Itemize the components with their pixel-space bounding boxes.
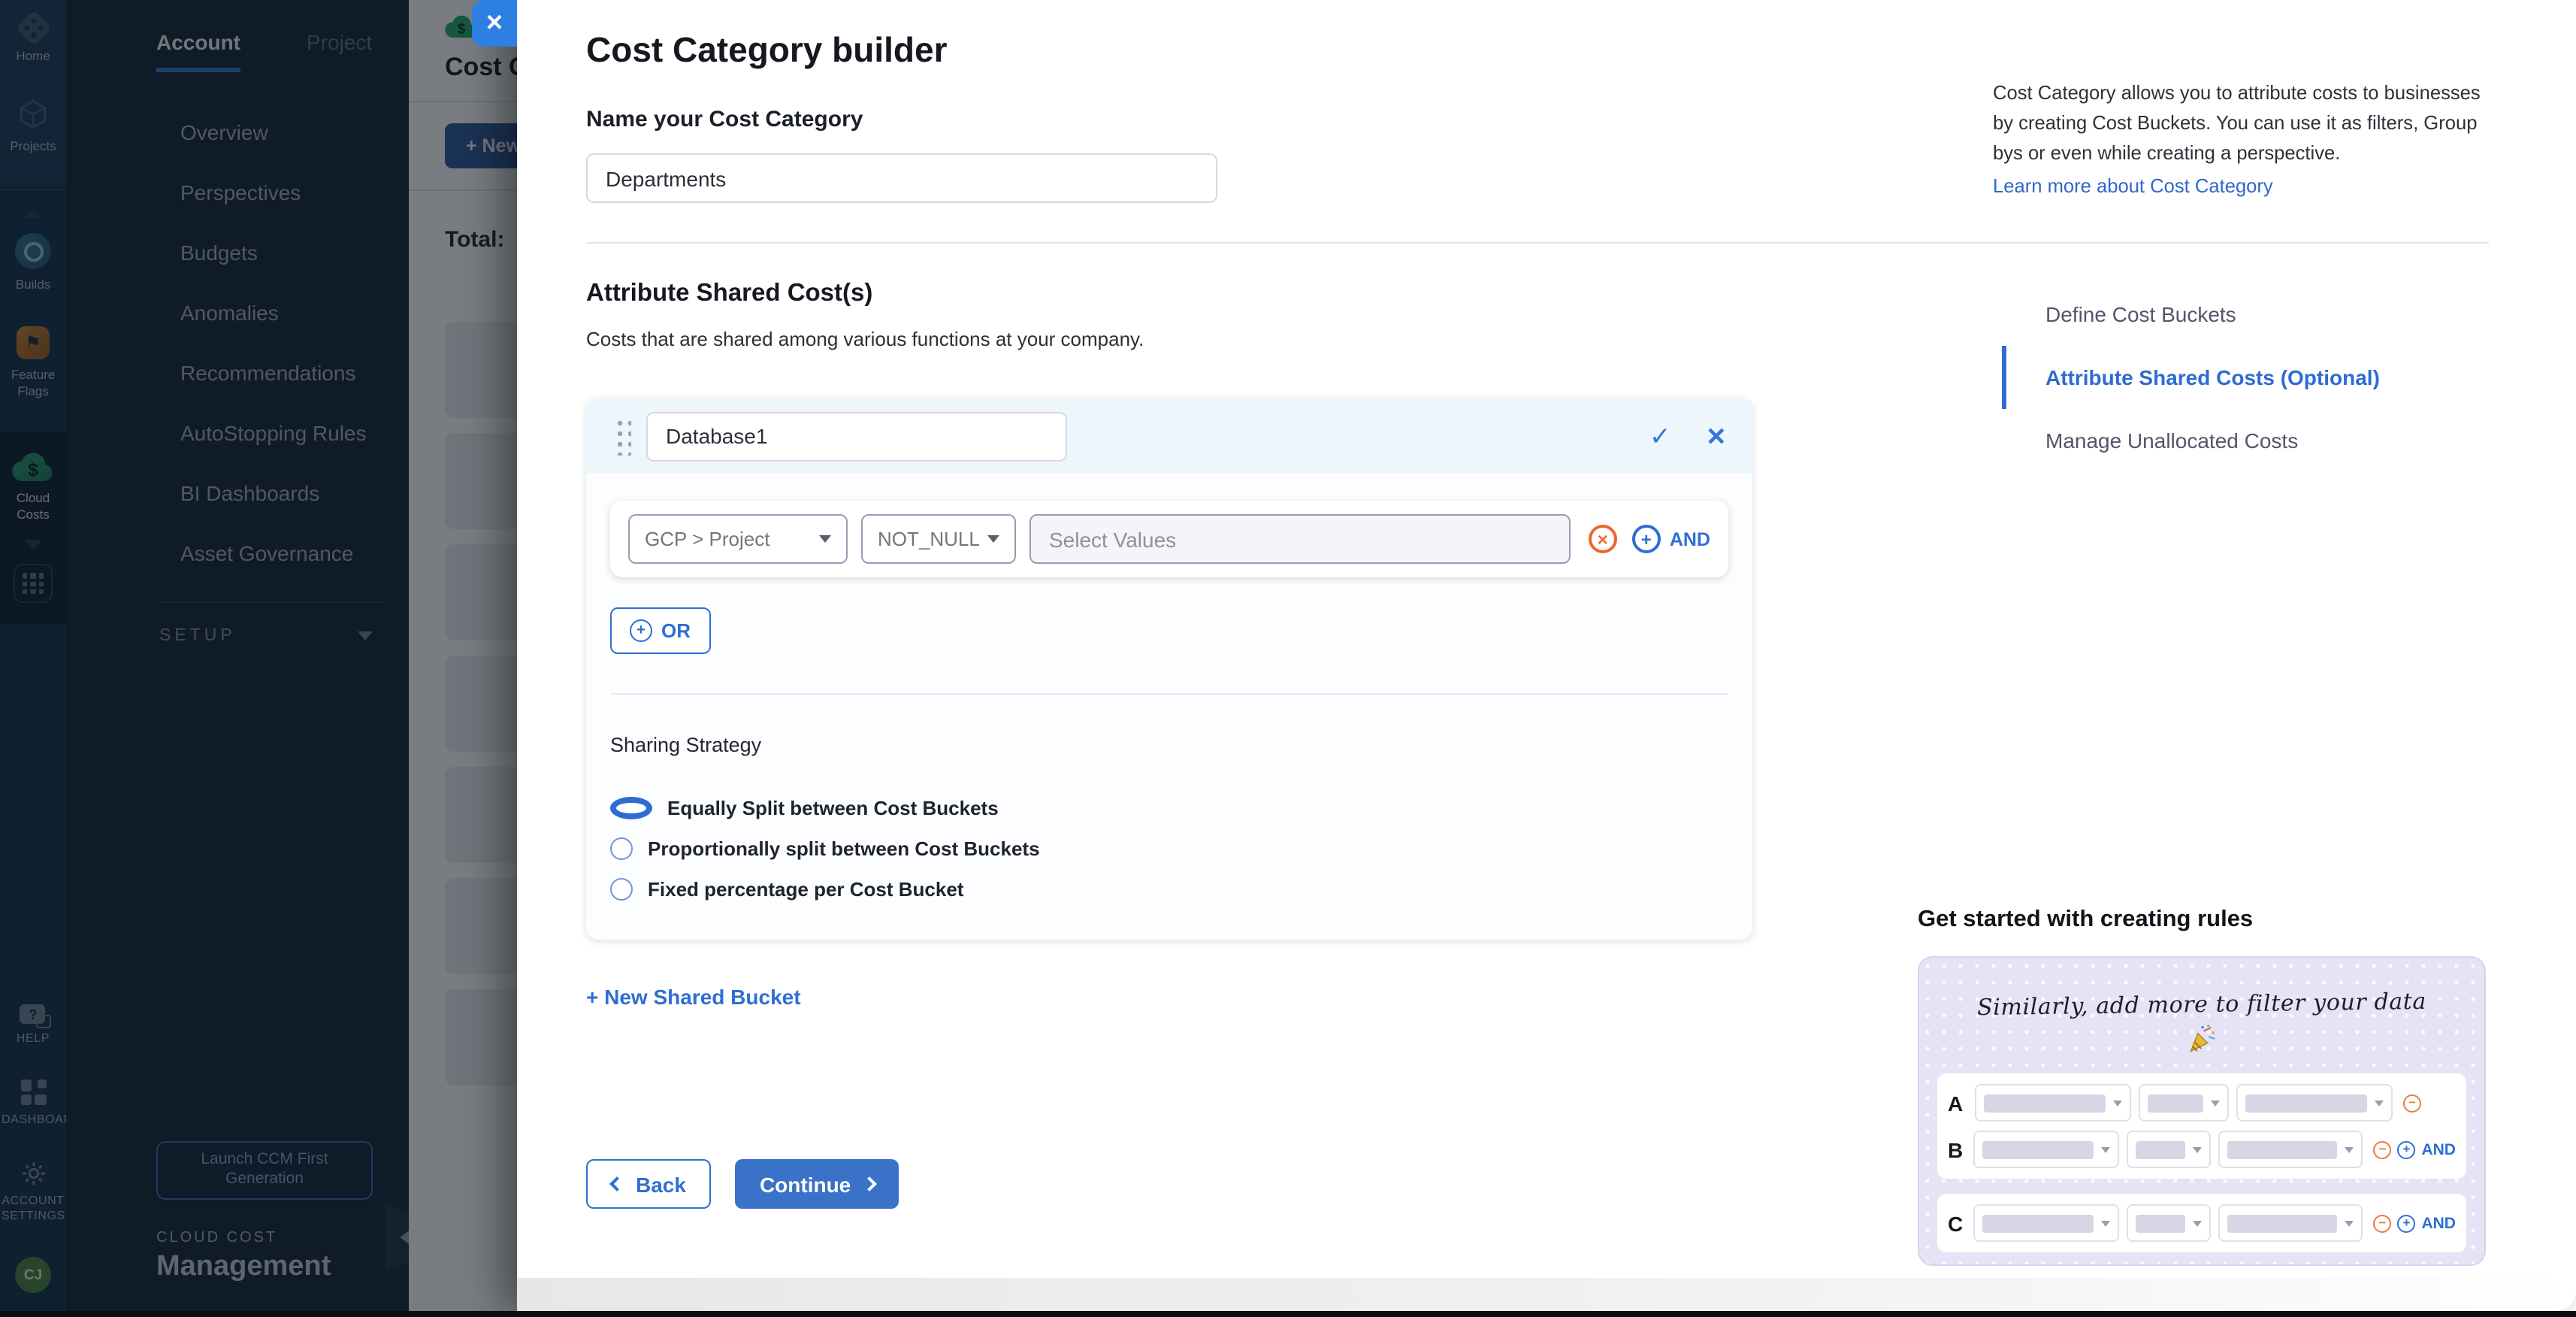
modal-header-row: Cost Category builder Name your Cost Cat… (586, 30, 2489, 203)
wizard-footer: Back Continue (586, 1159, 1752, 1209)
illustration-rule-row: B − + AND (1948, 1126, 2456, 1173)
back-button[interactable]: Back (586, 1159, 712, 1209)
app-root: Home Projects Builds ⚑ Feature Flags (0, 0, 2576, 1317)
close-button[interactable]: × (472, 0, 517, 47)
plus-circle-icon: + (630, 619, 652, 642)
filter-field-select[interactable]: GCP > Project (628, 514, 848, 564)
card-divider (610, 693, 1728, 695)
filter-operator-select[interactable]: NOT_NULL (861, 514, 1016, 564)
add-condition-icon[interactable]: + (1632, 525, 1661, 553)
remove-rule-icon: − (2373, 1140, 2391, 1158)
radio-proportionally-split[interactable]: Proportionally split between Cost Bucket… (610, 837, 1728, 860)
and-condition-button[interactable]: AND (1670, 528, 1710, 550)
modal-title: Cost Category builder (586, 30, 1217, 71)
remove-rule-icon[interactable]: × (1589, 525, 1617, 553)
placeholder-select (1973, 1204, 2118, 1242)
illustration-rule-row: C − + AND (1948, 1200, 2456, 1246)
learn-more-link[interactable]: Learn more about Cost Category (1993, 171, 2273, 201)
bucket-name-input[interactable] (646, 411, 1067, 461)
placeholder-select (2236, 1084, 2393, 1122)
drag-handle-icon[interactable] (613, 416, 631, 456)
cost-category-name-input[interactable] (586, 153, 1217, 203)
chevron-left-icon (609, 1176, 624, 1191)
illustration-rules-card: A − B (1937, 1073, 2466, 1179)
shared-costs-subheading: Costs that are shared among various func… (586, 328, 1752, 350)
continue-button[interactable]: Continue (736, 1159, 899, 1209)
confirm-bucket-icon[interactable]: ✓ (1649, 423, 1671, 449)
placeholder-select (2126, 1131, 2210, 1168)
delete-bucket-icon[interactable]: × (1707, 420, 1725, 452)
step-manage-unallocated-costs[interactable]: Manage Unallocated Costs (2002, 409, 2489, 472)
get-started-heading: Get started with creating rules (1918, 907, 2489, 934)
sharing-strategy-label: Sharing Strategy (610, 734, 1728, 756)
name-label: Name your Cost Category (586, 107, 1217, 132)
step-attribute-shared-costs[interactable]: Attribute Shared Costs (Optional) (2002, 346, 2489, 409)
sharing-strategy-options: Equally Split between Cost Buckets Propo… (610, 779, 1728, 901)
filter-operator-value: NOT_NULL (878, 528, 980, 550)
illustration-note: Similarly, add more to filter your data (1919, 987, 2484, 1022)
shared-costs-section: Attribute Shared Cost(s) Costs that are … (586, 280, 1752, 1311)
illustration-rules-card: C − + AND (1937, 1194, 2466, 1252)
remove-rule-icon: − (2403, 1094, 2421, 1112)
radio-icon (610, 837, 633, 860)
modal-body: Attribute Shared Cost(s) Costs that are … (586, 244, 2489, 1311)
bucket-card-header: ✓ × (586, 398, 1752, 474)
bucket-card-body: GCP > Project NOT_NULL × + AND (586, 474, 1752, 940)
about-text: Cost Category allows you to attribute co… (1993, 81, 2481, 164)
chevron-down-icon (819, 535, 831, 543)
add-condition-icon: + (2397, 1214, 2415, 1232)
add-condition-icon: + (2397, 1140, 2415, 1158)
wizard-steps: Define Cost Buckets Attribute Shared Cos… (2002, 283, 2489, 472)
filter-rule-row: GCP > Project NOT_NULL × + AND (610, 501, 1728, 577)
chevron-down-icon (987, 535, 999, 543)
modal-right-rail: Define Cost Buckets Attribute Shared Cos… (1918, 280, 2489, 1311)
cost-category-builder-modal: × Cost Category builder Name your Cost C… (517, 0, 2576, 1311)
new-shared-bucket-link[interactable]: + New Shared Bucket (586, 985, 801, 1009)
placeholder-select (2218, 1131, 2363, 1168)
rules-illustration-panel: Similarly, add more to filter your data (1918, 956, 2486, 1266)
name-section: Cost Category builder Name your Cost Cat… (586, 30, 1217, 203)
placeholder-select (2139, 1084, 2229, 1122)
illustration-rule-row: A − (1948, 1079, 2456, 1126)
placeholder-select (1973, 1131, 2118, 1168)
about-cost-category: Cost Category allows you to attribute co… (1993, 78, 2489, 203)
get-started-block: Get started with creating rules Similarl… (1918, 907, 2489, 1311)
filter-values-input[interactable] (1029, 514, 1571, 564)
radio-selected-icon (610, 797, 652, 819)
radio-fixed-percentage[interactable]: Fixed percentage per Cost Bucket (610, 878, 1728, 901)
placeholder-select (2126, 1204, 2210, 1242)
screen-bottom-edge (0, 1311, 2576, 1317)
add-or-rule-button[interactable]: + OR (610, 607, 710, 654)
party-popper-emoji (2185, 1022, 2218, 1055)
shared-costs-heading: Attribute Shared Cost(s) (586, 280, 1752, 308)
radio-icon (610, 878, 633, 901)
filter-field-value: GCP > Project (645, 528, 769, 550)
chevron-right-icon (862, 1176, 877, 1191)
placeholder-select (1975, 1084, 2131, 1122)
or-label: OR (661, 619, 691, 642)
remove-rule-icon: − (2373, 1214, 2391, 1232)
radio-equally-split[interactable]: Equally Split between Cost Buckets (610, 797, 1728, 819)
shared-bucket-card: ✓ × GCP > Project NOT_NULL (586, 398, 1752, 940)
modal-backdrop[interactable] (0, 0, 517, 1317)
placeholder-select (2218, 1204, 2363, 1242)
step-define-cost-buckets[interactable]: Define Cost Buckets (2002, 283, 2489, 346)
